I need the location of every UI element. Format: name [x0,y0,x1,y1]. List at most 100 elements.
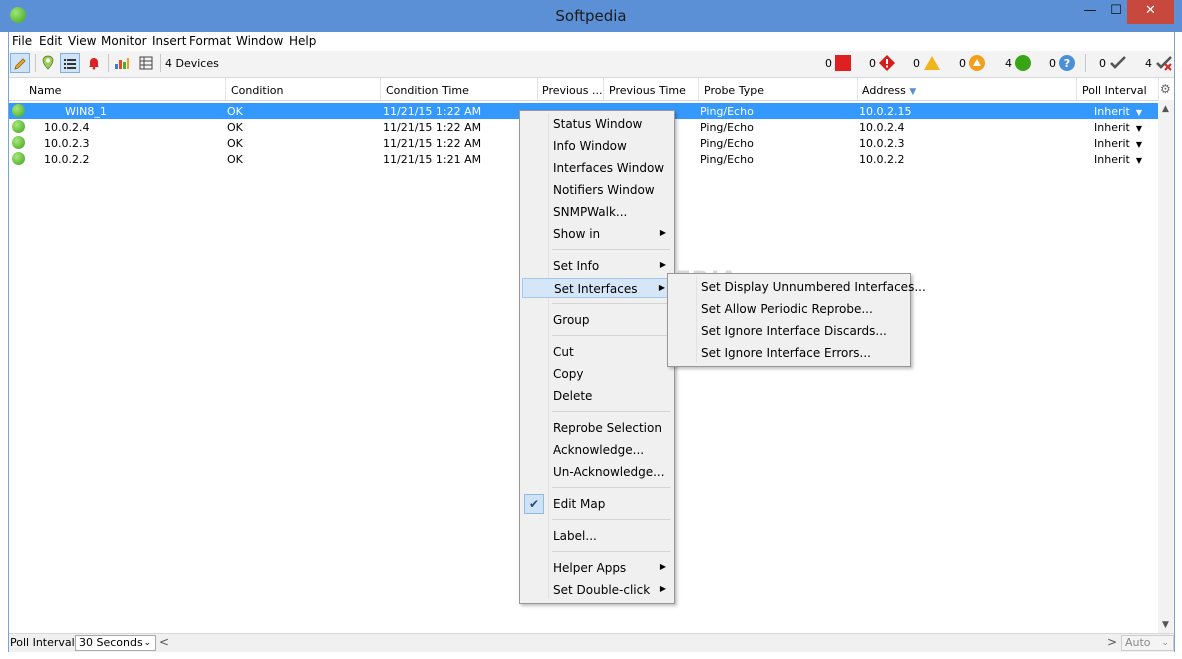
submenu-arrow-icon: ▶ [659,260,666,269]
bell-alert-icon[interactable] [84,53,104,73]
menu-view[interactable]: View [68,34,96,48]
scroll-right-icon[interactable]: > [1107,635,1117,649]
menu-reprobe-selection[interactable]: Reprobe Selection [522,418,670,438]
yellow-triangle-icon[interactable] [923,55,941,71]
toolbar-separator [108,54,109,72]
row-condition: OK [227,105,243,118]
menu-info-window[interactable]: Info Window [522,136,670,156]
column-previous-condition[interactable]: Previous ... [542,84,602,97]
menu-snmpwalk[interactable]: SNMPWalk... [522,202,670,222]
minimize-button[interactable]: — [1075,0,1105,24]
orange-circle-alert-icon[interactable] [969,55,985,71]
menu-un-acknowledge[interactable]: Un-Acknowledge... [522,462,670,482]
bar-chart-icon[interactable] [112,53,132,73]
menu-status-window[interactable]: Status Window [522,114,670,134]
menu-set-allow-periodic-reprobe[interactable]: Set Allow Periodic Reprobe... [670,299,906,319]
row-poll-interval[interactable]: Inherit ▼ [1094,153,1142,166]
map-pin-icon[interactable] [38,53,58,73]
auto-value: Auto [1125,636,1151,649]
column-divider[interactable] [380,78,381,100]
chevron-down-icon: ⌄ [1161,638,1169,648]
menu-set-info[interactable]: Set Info ▶ [522,256,670,276]
red-square-icon[interactable] [835,55,851,71]
menu-bar: File Edit View Monitor Insert Format Win… [9,32,1174,51]
menu-set-interfaces[interactable]: Set Interfaces ▶ [522,278,670,298]
status-count-acknowledged: 0 [1099,57,1106,70]
menu-label: Set Double-click [553,583,651,597]
window-title: Softpedia [555,7,627,25]
row-address: 10.0.2.2 [859,153,905,166]
column-name[interactable]: Name [29,84,61,97]
menu-interfaces-window[interactable]: Interfaces Window [522,158,670,178]
auto-select[interactable]: Auto ⌄ [1121,635,1174,651]
column-condition-time[interactable]: Condition Time [386,84,469,97]
checkmark-red-icon[interactable] [1155,55,1173,71]
menu-notifiers-window[interactable]: Notifiers Window [522,180,670,200]
red-diamond-alert-icon[interactable] [879,55,895,71]
menu-label-item[interactable]: Label... [522,526,670,546]
submenu-arrow-icon: ▶ [659,228,666,237]
menu-set-ignore-interface-discards[interactable]: Set Ignore Interface Discards... [670,321,906,341]
menu-show-in[interactable]: Show in ▶ [522,224,670,244]
chevron-down-icon: ▼ [1135,156,1143,165]
column-address-label: Address [862,84,906,97]
menu-label: Un-Acknowledge... [553,465,665,479]
column-settings-gear-icon[interactable]: ⚙ [1160,82,1171,96]
column-previous-time[interactable]: Previous Time [609,84,686,97]
row-condition-time: 11/21/15 1:22 AM [383,105,482,118]
menu-copy[interactable]: Copy [522,364,670,384]
row-poll-interval[interactable]: Inherit ▼ [1094,121,1142,134]
row-poll-value: Inherit [1094,137,1130,150]
menu-window[interactable]: Window [236,34,283,48]
list-view-icon[interactable] [60,53,80,73]
column-divider[interactable] [857,78,858,100]
poll-interval-select[interactable]: 30 Seconds ⌄ [75,635,156,651]
column-probe-type[interactable]: Probe Type [704,84,764,97]
row-condition-time: 11/21/15 1:21 AM [383,153,482,166]
scroll-up-icon[interactable]: ▲ [1162,104,1169,114]
edit-map-pencil-icon[interactable] [10,53,30,73]
menu-insert[interactable]: Insert [152,34,186,48]
column-divider[interactable] [698,78,699,100]
menu-acknowledge[interactable]: Acknowledge... [522,440,670,460]
menu-edit[interactable]: Edit [39,34,62,48]
grid-view-icon[interactable] [136,53,156,73]
menu-label: Copy [553,367,584,381]
menu-edit-map[interactable]: ✔ Edit Map [522,494,670,514]
column-divider[interactable] [225,78,226,100]
menu-set-ignore-interface-errors[interactable]: Set Ignore Interface Errors... [670,343,906,363]
svg-text:?: ? [1064,57,1070,70]
column-divider[interactable] [537,78,538,100]
submenu-arrow-icon: ▶ [659,584,666,593]
menu-label: Set Ignore Interface Errors... [701,346,871,360]
row-poll-interval[interactable]: Inherit ▼ [1094,137,1142,150]
device-count-label: 4 Devices [165,57,219,70]
menu-set-double-click[interactable]: Set Double-click ▶ [522,580,670,600]
menu-set-display-unnumbered-interfaces[interactable]: Set Display Unnumbered Interfaces... [670,277,926,297]
maximize-button[interactable]: ☐ [1105,0,1127,24]
checkmark-icon[interactable] [1109,55,1127,71]
menu-file[interactable]: File [12,34,32,48]
column-divider[interactable] [603,78,604,100]
column-address[interactable]: Address ▼ [862,84,916,97]
vertical-scrollbar[interactable]: ▲ ▼ [1158,100,1174,634]
row-poll-interval[interactable]: Inherit ▼ [1094,105,1142,118]
scroll-left-icon[interactable]: < [159,635,169,649]
column-condition[interactable]: Condition [231,84,284,97]
close-button[interactable]: ✕ [1127,0,1174,24]
scroll-down-icon[interactable]: ▼ [1162,620,1169,630]
column-poll-interval[interactable]: Poll Interval [1082,84,1147,97]
column-divider[interactable] [1076,78,1077,100]
column-divider[interactable] [1158,78,1159,100]
menu-group[interactable]: Group [522,310,670,330]
menu-cut[interactable]: Cut [522,342,670,362]
menu-monitor[interactable]: Monitor [101,34,147,48]
menu-help[interactable]: Help [289,34,316,48]
row-probe-type: Ping/Echo [700,121,754,134]
blue-question-icon[interactable]: ? [1059,55,1075,71]
menu-separator [552,519,670,520]
green-circle-icon[interactable] [1015,55,1031,71]
menu-helper-apps[interactable]: Helper Apps ▶ [522,558,670,578]
menu-format[interactable]: Format [189,34,231,48]
menu-delete[interactable]: Delete [522,386,670,406]
